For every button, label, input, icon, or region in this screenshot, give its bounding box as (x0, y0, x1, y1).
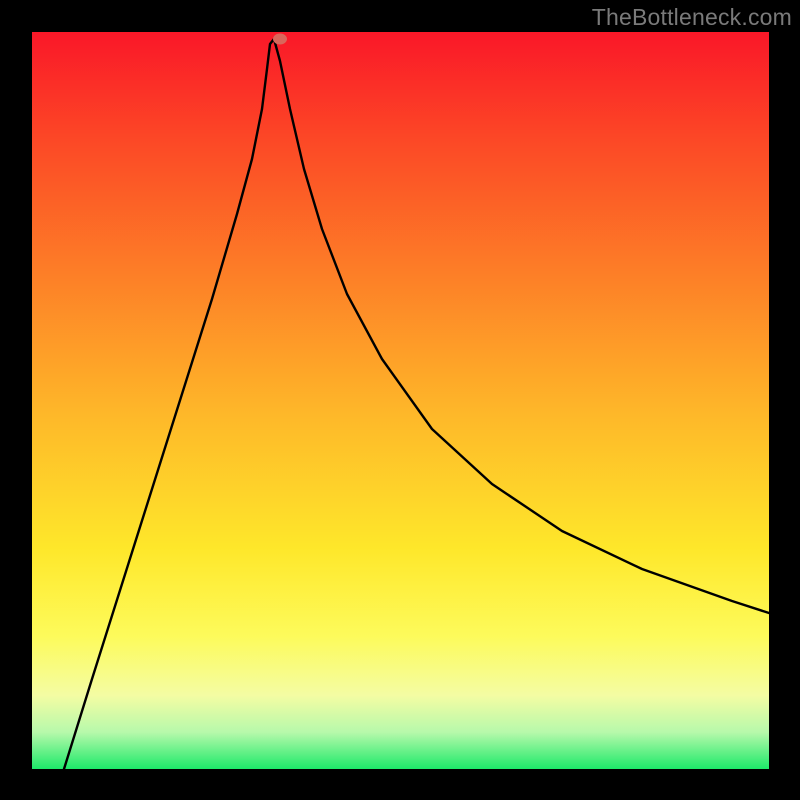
bottleneck-curve (32, 32, 769, 769)
watermark-text: TheBottleneck.com (592, 4, 792, 31)
optimum-marker (273, 34, 287, 45)
chart-stage: TheBottleneck.com (0, 0, 800, 800)
plot-area (32, 32, 769, 769)
